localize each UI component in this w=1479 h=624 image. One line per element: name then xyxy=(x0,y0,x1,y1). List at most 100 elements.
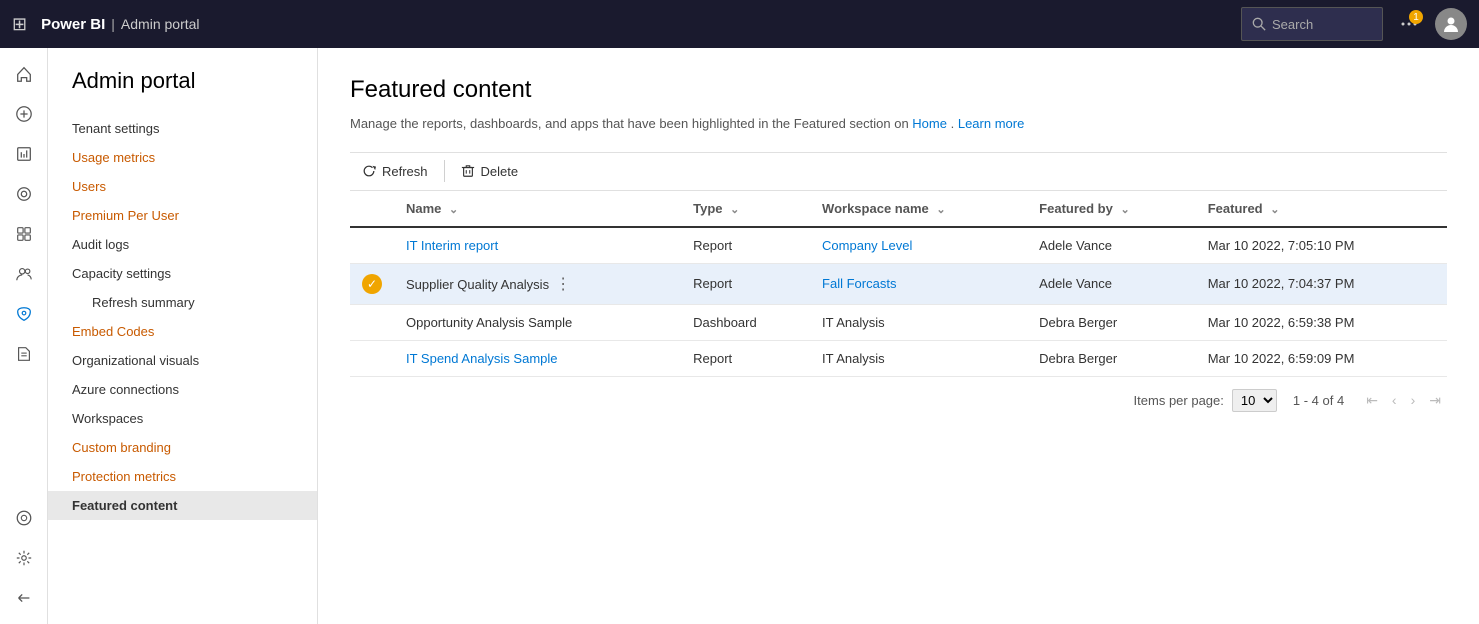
sidebar-item-organizational-visuals[interactable]: Organizational visuals xyxy=(48,346,317,375)
app-name: Power BI xyxy=(41,16,105,33)
refresh-button[interactable]: Refresh xyxy=(350,159,440,184)
pagination: Items per page: 10 25 50 1 - 4 of 4 ⇤ ‹ … xyxy=(350,377,1447,416)
sidebar-item-capacity-settings[interactable]: Capacity settings xyxy=(48,259,317,288)
search-icon xyxy=(1252,17,1266,31)
sidebar-item-users[interactable]: Users xyxy=(48,172,317,201)
rail-add[interactable] xyxy=(6,96,42,132)
content-area: Featured content Manage the reports, das… xyxy=(318,48,1479,624)
brand: Power BI | Admin portal xyxy=(41,16,199,33)
row-type-cell: Report xyxy=(681,263,810,304)
prev-page-button[interactable]: ‹ xyxy=(1386,390,1403,411)
row-check-icon: ✓ xyxy=(362,274,382,294)
row-select-cell[interactable] xyxy=(350,227,394,264)
row-name-cell[interactable]: Opportunity Analysis Sample xyxy=(394,304,681,340)
row-featured-date-cell: Mar 10 2022, 6:59:38 PM xyxy=(1196,304,1447,340)
col-featured[interactable]: Featured ⌄ xyxy=(1196,191,1447,227)
sidebar-item-premium-per-user[interactable]: Premium Per User xyxy=(48,201,317,230)
row-workspace-cell[interactable]: Company Level xyxy=(810,227,1027,264)
learn-more-link[interactable]: Learn more xyxy=(958,116,1024,131)
table-row: IT Spend Analysis Sample ReportIT Analysi… xyxy=(350,340,1447,376)
page-description: Manage the reports, dashboards, and apps… xyxy=(350,114,1447,134)
col-featured-by[interactable]: Featured by ⌄ xyxy=(1027,191,1196,227)
table-row: ✓ Supplier Quality Analysis⋮Report Fall Fo… xyxy=(350,263,1447,304)
row-featured-date-cell: Mar 10 2022, 6:59:09 PM xyxy=(1196,340,1447,376)
row-featured-by-cell: Adele Vance xyxy=(1027,263,1196,304)
sidebar-item-featured-content[interactable]: Featured content xyxy=(48,491,317,520)
row-workspace-cell[interactable]: IT Analysis xyxy=(810,340,1027,376)
col-name[interactable]: Name ⌄ xyxy=(394,191,681,227)
next-page-button[interactable]: › xyxy=(1405,390,1422,411)
table-header-row: Name ⌄ Type ⌄ Workspace name ⌄ Featured … xyxy=(350,191,1447,227)
last-page-button[interactable]: ⇥ xyxy=(1423,390,1447,411)
main-layout: Admin portal Tenant settings Usage metri… xyxy=(0,48,1479,624)
pagination-nav: ⇤ ‹ › ⇥ xyxy=(1360,390,1447,411)
sidebar-item-custom-branding[interactable]: Custom branding xyxy=(48,433,317,462)
top-navigation: ⊞ Power BI | Admin portal 1 xyxy=(0,0,1479,48)
rail-book[interactable] xyxy=(6,336,42,372)
row-workspace-cell[interactable]: IT Analysis xyxy=(810,304,1027,340)
row-name-link[interactable]: IT Interim report xyxy=(406,238,498,253)
grid-icon[interactable]: ⊞ xyxy=(12,14,27,35)
search-input[interactable] xyxy=(1272,17,1372,32)
rail-settings[interactable] xyxy=(6,540,42,576)
row-featured-by-cell: Debra Berger xyxy=(1027,340,1196,376)
row-context-menu[interactable]: ⋮ xyxy=(549,274,577,295)
table-row: Opportunity Analysis SampleDashboardIT A… xyxy=(350,304,1447,340)
toolbar: Refresh Delete xyxy=(350,152,1447,191)
rail-dashboard[interactable] xyxy=(6,216,42,252)
row-featured-by-cell: Debra Berger xyxy=(1027,304,1196,340)
row-featured-date-cell: Mar 10 2022, 7:05:10 PM xyxy=(1196,227,1447,264)
sidebar-item-protection-metrics[interactable]: Protection metrics xyxy=(48,462,317,491)
row-name-cell[interactable]: IT Interim report xyxy=(394,227,681,264)
rail-reports[interactable] xyxy=(6,136,42,172)
first-page-button[interactable]: ⇤ xyxy=(1360,390,1384,411)
row-name-cell[interactable]: Supplier Quality Analysis⋮ xyxy=(394,263,681,304)
notification-button[interactable]: 1 xyxy=(1393,8,1425,40)
rail-goals[interactable] xyxy=(6,176,42,212)
rail-launch[interactable] xyxy=(6,296,42,332)
items-per-page-label: Items per page: xyxy=(1134,393,1224,408)
row-select-cell[interactable] xyxy=(350,304,394,340)
avatar-icon xyxy=(1441,14,1461,34)
row-workspace-link[interactable]: Company Level xyxy=(822,238,912,253)
sidebar-item-tenant-settings[interactable]: Tenant settings xyxy=(48,114,317,143)
refresh-icon xyxy=(362,164,376,178)
sidebar-item-workspaces[interactable]: Workspaces xyxy=(48,404,317,433)
row-select-cell[interactable]: ✓ xyxy=(350,263,394,304)
row-name-cell[interactable]: IT Spend Analysis Sample xyxy=(394,340,681,376)
search-box[interactable] xyxy=(1241,7,1383,41)
delete-icon xyxy=(461,164,475,178)
col-type[interactable]: Type ⌄ xyxy=(681,191,810,227)
home-link[interactable]: Home xyxy=(912,116,947,131)
col-workspace[interactable]: Workspace name ⌄ xyxy=(810,191,1027,227)
sidebar: Admin portal Tenant settings Usage metri… xyxy=(48,48,318,624)
delete-button[interactable]: Delete xyxy=(449,159,531,184)
table-row: IT Interim reportReportCompany LevelAdel… xyxy=(350,227,1447,264)
row-select-cell[interactable] xyxy=(350,340,394,376)
items-per-page-select[interactable]: 10 25 50 xyxy=(1232,389,1277,412)
rail-expand[interactable] xyxy=(6,580,42,616)
row-type-cell: Dashboard xyxy=(681,304,810,340)
row-featured-date-cell: Mar 10 2022, 7:04:37 PM xyxy=(1196,263,1447,304)
row-name-link[interactable]: IT Spend Analysis Sample xyxy=(406,351,558,366)
rail-home[interactable] xyxy=(6,56,42,92)
row-type-cell: Report xyxy=(681,227,810,264)
featured-content-table: Name ⌄ Type ⌄ Workspace name ⌄ Featured … xyxy=(350,191,1447,377)
user-avatar[interactable] xyxy=(1435,8,1467,40)
row-type-cell: Report xyxy=(681,340,810,376)
page-title: Featured content xyxy=(350,76,1447,104)
row-workspace-cell[interactable]: Fall Forcasts xyxy=(810,263,1027,304)
rail-people[interactable] xyxy=(6,256,42,292)
sidebar-item-refresh-summary[interactable]: Refresh summary xyxy=(48,288,317,317)
notification-badge: 1 xyxy=(1409,10,1423,24)
col-check xyxy=(350,191,394,227)
row-workspace-link[interactable]: Fall Forcasts xyxy=(822,276,896,291)
icon-rail xyxy=(0,48,48,624)
rail-admin[interactable] xyxy=(6,500,42,536)
sidebar-item-azure-connections[interactable]: Azure connections xyxy=(48,375,317,404)
sidebar-item-usage-metrics[interactable]: Usage metrics xyxy=(48,143,317,172)
sidebar-item-audit-logs[interactable]: Audit logs xyxy=(48,230,317,259)
section-name: Admin portal xyxy=(121,16,200,32)
page-range: 1 - 4 of 4 xyxy=(1293,393,1344,408)
sidebar-item-embed-codes[interactable]: Embed Codes xyxy=(48,317,317,346)
